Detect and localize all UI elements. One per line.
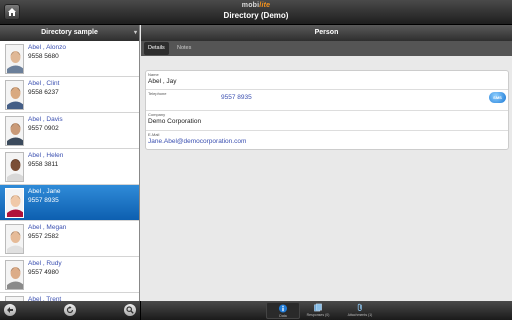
contact-phone: 9557 0902 [28,125,59,132]
app-title: Directory (Demo) [223,11,289,20]
contact-list-item[interactable]: Abel , Jane 9557 8935 [0,185,139,221]
telephone-label: Telephone [148,91,167,96]
contact-list-item[interactable]: Abel , Helen 9558 3811 [0,149,139,185]
contact-name: Abel , Rudy [28,260,62,267]
refresh-button[interactable] [64,304,76,316]
refresh-icon [66,306,74,314]
list-toolbar [0,301,140,320]
search-button[interactable] [124,304,136,316]
company-row: Company Demo Corporation [146,111,508,131]
contact-phone: 9557 2582 [28,233,59,240]
search-icon [126,306,134,314]
tab-attachments-label: Attachments (1) [347,313,373,317]
tab-responses[interactable]: Responses (0) [301,302,335,319]
avatar [5,80,24,110]
company-value: Demo Corporation [148,118,202,125]
sms-button[interactable]: SMS [489,92,506,103]
contact-name: Abel , Megan [28,224,67,231]
brand-part1: mobi [241,2,260,9]
responses-icon [314,303,322,312]
contact-list-item[interactable]: Abel , Rudy 9557 4980 [0,257,139,293]
name-value: Abel , Jay [148,78,177,85]
telephone-link[interactable]: 9557 8935 [221,94,252,101]
contact-list-title: Directory sample [41,29,98,36]
brand-part2: lite [259,2,271,9]
contact-phone: 9558 6237 [28,89,59,96]
avatar [5,44,24,74]
email-row: E-Mail Jane.Abel@democorporation.com [146,131,508,150]
avatar [5,224,24,254]
avatar [5,152,24,182]
company-label: Company [148,112,166,117]
brand-logo: mobilite [0,2,512,9]
tab-notes[interactable]: Notes [173,42,195,55]
name-label: Name [148,72,159,77]
telephone-row: Telephone 9557 8935 SMS [146,90,508,111]
contact-list-item[interactable]: Abel , Trent [0,293,139,301]
contact-list-item[interactable]: Abel , Davis 9557 0902 [0,113,139,149]
contact-phone: 9558 5680 [28,53,59,60]
name-row: Name Abel , Jay [146,71,508,90]
info-icon [278,304,288,313]
contact-list-item[interactable]: Abel , Clint 9558 6237 [0,77,139,113]
contact-list-panel: Directory sample ▾ Abel , Alonzo 9558 568… [0,25,140,301]
email-label: E-Mail [148,132,160,137]
contact-name: Abel , Alonzo [28,44,66,51]
contact-name: Abel , Clint [28,80,60,87]
tab-responses-label: Responses (0) [306,313,330,317]
avatar [5,260,24,290]
contact-name: Abel , Davis [28,116,63,123]
contact-phone: 9558 3811 [28,161,59,168]
tab-attachments[interactable]: Attachments (1) [340,302,380,319]
chevron-down-icon[interactable]: ▾ [134,25,137,41]
tab-data-label: Data [279,314,287,318]
top-bar: mobilite Directory (Demo) [0,0,512,25]
tab-details[interactable]: Details [144,42,169,55]
email-link[interactable]: Jane.Abel@democorporation.com [148,138,246,145]
bottom-tabbar: Data Responses (0) Attachments (1) [140,301,512,320]
avatar [5,188,24,218]
tab-data[interactable]: Data [266,302,300,319]
contact-list-item[interactable]: Abel , Megan 9557 2582 [0,221,139,257]
avatar [5,116,24,146]
contact-name: Abel , Jane [28,188,61,195]
person-card: Name Abel , Jay Telephone 9557 8935 SMS … [145,70,509,150]
paperclip-icon [357,303,362,311]
back-button[interactable] [4,304,16,316]
contact-list: Abel , Alonzo 9558 5680 Abel , Clint 9558 6… [0,41,139,301]
contact-list-header: Directory sample ▾ [0,25,139,41]
detail-header: Person [141,25,512,41]
contact-name: Abel , Helen [28,152,64,159]
detail-content: Name Abel , Jay Telephone 9557 8935 SMS … [141,56,512,301]
contact-phone: 9557 4980 [28,269,59,276]
contact-list-item[interactable]: Abel , Alonzo 9558 5680 [0,41,139,77]
detail-tabbar: Details Notes [141,41,512,56]
arrow-left-icon [7,307,13,313]
app-window: mobilite Directory (Demo) Directory samp… [0,0,512,320]
contact-phone: 9557 8935 [28,197,59,204]
